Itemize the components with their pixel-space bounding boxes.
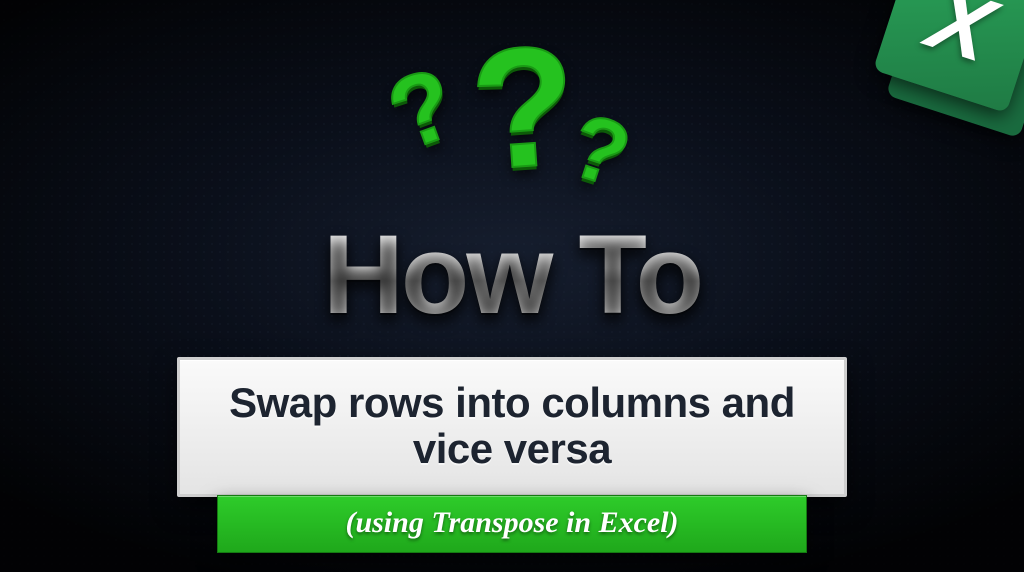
question-marks-cluster: ? ? ? [382, 40, 642, 220]
subtitle-panel: Swap rows into columns and vice versa [177, 357, 847, 497]
question-mark-icon-big: ? [465, 7, 582, 210]
question-mark-icon-left: ? [374, 45, 471, 174]
note-text: (using Transpose in Excel) [230, 506, 794, 540]
note-panel: (using Transpose in Excel) [217, 495, 807, 553]
excel-x-glyph: X [917, 0, 1006, 83]
question-mark-icon-right: ? [557, 94, 641, 209]
subtitle-text: Swap rows into columns and vice versa [208, 380, 816, 472]
title-how-to: How To [323, 210, 701, 339]
